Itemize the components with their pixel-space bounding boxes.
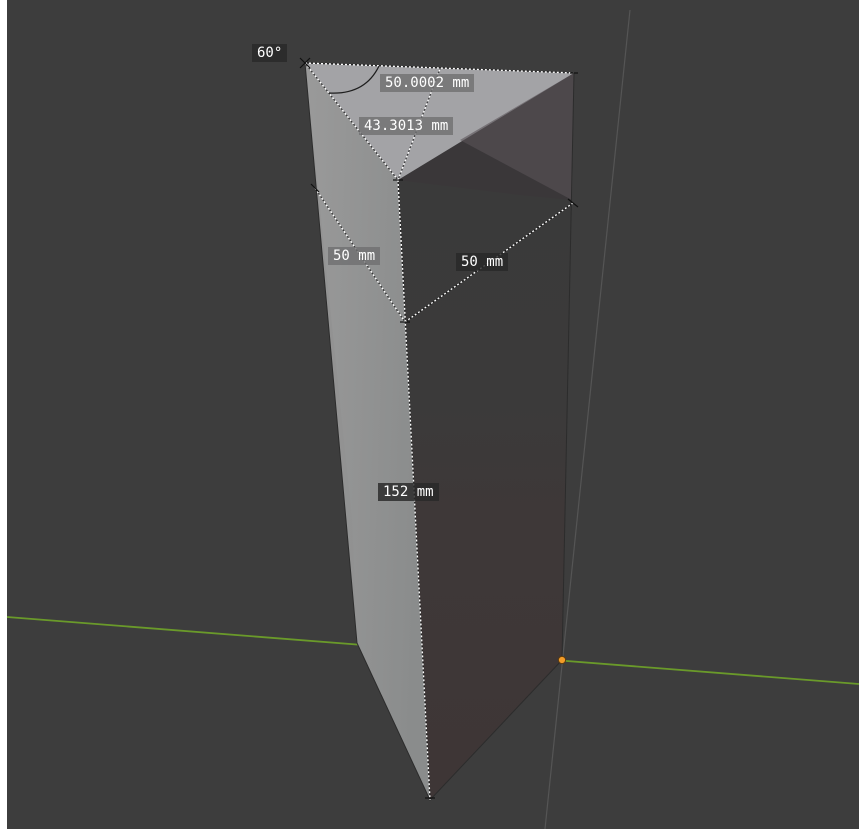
top-edge-label: 50.0002 mm bbox=[380, 74, 475, 92]
prism-height-label: 152 mm bbox=[378, 483, 439, 501]
left-face-width-label: 50 mm bbox=[328, 247, 381, 265]
origin-point[interactable] bbox=[557, 655, 567, 665]
angle-label: 60° bbox=[252, 44, 288, 62]
top-height-label: 43.3013 mm bbox=[359, 117, 454, 135]
viewport-border bbox=[0, 0, 7, 829]
3d-viewport[interactable]: 60° 50.0002 mm 43.3013 mm 50 mm 50 mm 15… bbox=[0, 0, 859, 829]
right-face-width-label: 50 mm bbox=[456, 253, 509, 271]
